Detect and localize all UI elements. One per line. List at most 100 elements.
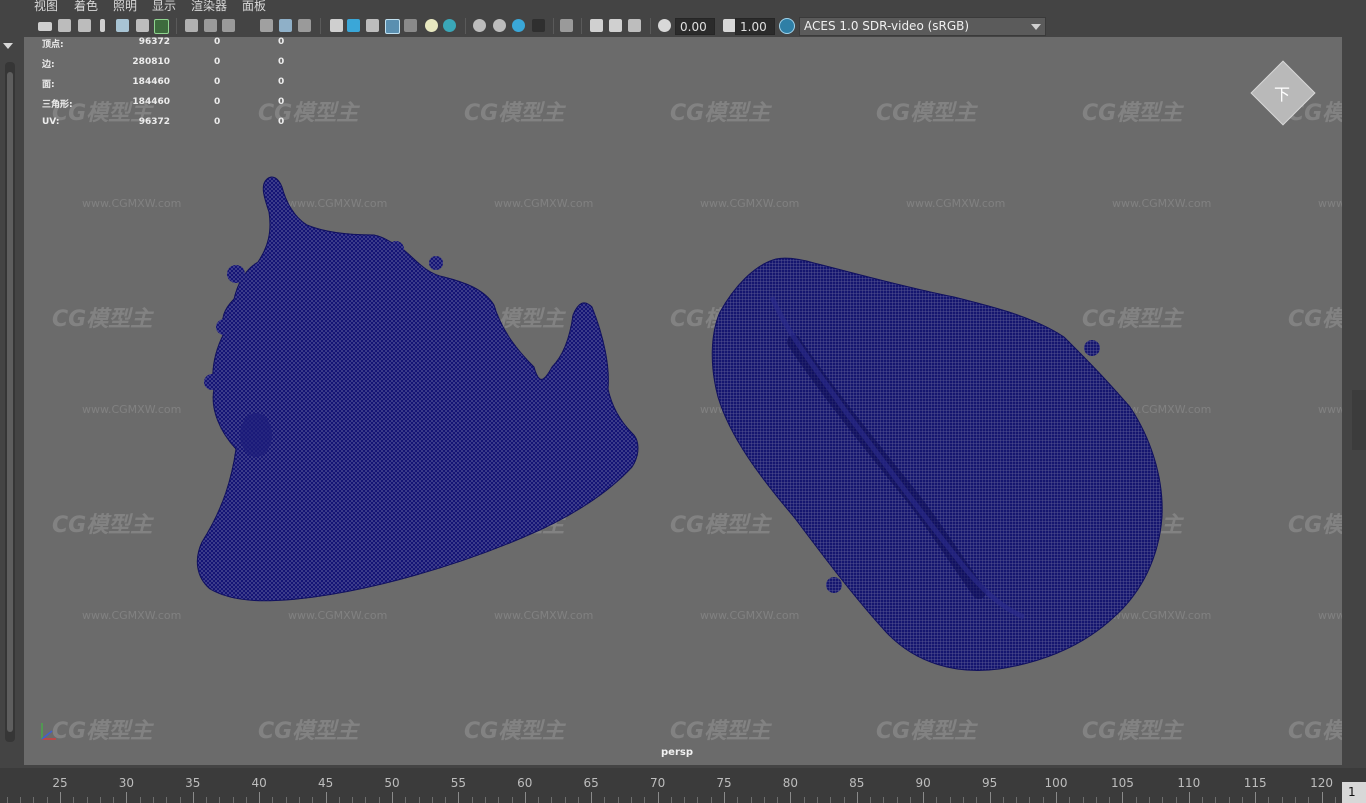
time-tick-minor bbox=[484, 797, 486, 803]
menu-renderer[interactable]: 渲染器 bbox=[191, 0, 227, 14]
safe-title-icon[interactable] bbox=[298, 19, 311, 32]
gamma-field[interactable]: 1.00 bbox=[735, 18, 775, 35]
time-tick-minor bbox=[511, 797, 513, 803]
camera-lock-icon[interactable] bbox=[78, 19, 91, 32]
toolbar-separator bbox=[650, 18, 651, 34]
menu-view[interactable]: 视图 bbox=[34, 0, 58, 14]
time-tick-major bbox=[657, 792, 659, 803]
time-tick-label: 30 bbox=[118, 776, 135, 790]
color-management-dropdown[interactable]: ACES 1.0 SDR-video (sRGB) bbox=[799, 17, 1046, 36]
camera-name-label: persp bbox=[661, 747, 693, 758]
time-tick-major bbox=[392, 792, 393, 803]
depth-of-field-icon[interactable] bbox=[532, 19, 545, 32]
time-tick-minor bbox=[1069, 797, 1071, 803]
wireframe-on-shaded-icon[interactable] bbox=[385, 19, 400, 34]
time-tick-major bbox=[192, 792, 194, 803]
time-tick-minor bbox=[498, 797, 500, 803]
time-slider[interactable]: 25 30 35 40 45 50 55 60 65 70 75 80 85 90 95 100 105 110 1… bbox=[0, 768, 1366, 803]
time-tick-label: 55 bbox=[450, 776, 467, 790]
cowrie-nub bbox=[1084, 340, 1100, 356]
ambient-occlusion-icon[interactable] bbox=[473, 19, 486, 32]
isolate-icon[interactable] bbox=[560, 19, 573, 32]
time-tick-major bbox=[126, 792, 128, 803]
image-plane-icon[interactable] bbox=[116, 19, 129, 32]
attribute-editor-tab[interactable] bbox=[1352, 390, 1366, 450]
time-tick-minor bbox=[73, 797, 75, 803]
xray-joints-icon[interactable] bbox=[609, 19, 622, 32]
viewcube-face-label[interactable]: 下 bbox=[1271, 81, 1293, 105]
mesh-canvas[interactable] bbox=[24, 37, 1342, 765]
color-management-icon[interactable] bbox=[779, 18, 795, 34]
resolution-gate-icon[interactable] bbox=[222, 19, 235, 32]
toolbar-separator bbox=[553, 18, 554, 34]
anti-aliasing-icon[interactable] bbox=[512, 19, 525, 32]
hud-row-faces: 面: 184460 0 0 bbox=[42, 77, 285, 90]
menu-panels[interactable]: 面板 bbox=[242, 0, 266, 14]
time-tick-minor bbox=[312, 797, 314, 803]
conch-shell-mesh[interactable] bbox=[196, 176, 639, 602]
time-tick-minor bbox=[1295, 797, 1297, 803]
time-tick-label: 60 bbox=[517, 776, 533, 790]
pan-zoom-icon[interactable] bbox=[136, 19, 149, 32]
xray-active-icon[interactable] bbox=[628, 19, 641, 32]
default-material-icon[interactable] bbox=[366, 19, 379, 32]
time-tick-label: 50 bbox=[384, 776, 400, 790]
left-scrollbar-thumb[interactable] bbox=[7, 72, 13, 732]
time-tick-major bbox=[1122, 792, 1124, 803]
lights-icon[interactable] bbox=[425, 19, 438, 32]
menu-shading[interactable]: 着色 bbox=[74, 0, 98, 14]
menu-show[interactable]: 显示 bbox=[152, 0, 176, 14]
time-tick-minor bbox=[1109, 797, 1111, 803]
toolbar-separator bbox=[465, 18, 466, 34]
chevron-down-icon bbox=[1031, 24, 1041, 30]
time-tick-minor bbox=[99, 797, 101, 803]
time-tick-minor bbox=[763, 797, 765, 803]
gate-mask-icon[interactable] bbox=[260, 19, 273, 32]
time-tick-major bbox=[923, 792, 925, 803]
3d-viewport[interactable]: CG模型主 www.CGMXW.com CG模型主 www.CGMXW.com CG模型… bbox=[24, 37, 1342, 765]
time-tick-major bbox=[1255, 792, 1257, 803]
cowrie-shell-mesh[interactable] bbox=[711, 257, 1163, 671]
time-tick-minor bbox=[338, 797, 340, 803]
camera-attributes-icon[interactable] bbox=[58, 19, 71, 32]
time-tick-minor bbox=[870, 797, 872, 803]
time-tick-label: 45 bbox=[317, 776, 334, 790]
current-frame-field[interactable]: 1 bbox=[1342, 782, 1366, 803]
wireframe-icon[interactable] bbox=[330, 19, 343, 32]
texture-icon[interactable] bbox=[404, 19, 417, 32]
panel-collapse-icon[interactable] bbox=[3, 43, 13, 49]
time-tick-minor bbox=[46, 797, 48, 803]
time-tick-minor bbox=[1082, 797, 1084, 803]
field-chart-icon[interactable] bbox=[279, 19, 292, 32]
time-tick-major bbox=[259, 792, 261, 803]
time-tick-minor bbox=[471, 797, 473, 803]
conch-knob bbox=[216, 319, 232, 335]
grease-pencil-icon[interactable] bbox=[154, 19, 169, 34]
cowrie-nub bbox=[826, 577, 842, 593]
film-gate-icon[interactable] bbox=[204, 19, 217, 32]
time-tick-label: 120 bbox=[1310, 776, 1334, 790]
hud-row-vertices: 顶点: 96372 0 0 bbox=[42, 37, 285, 50]
conch-knob bbox=[204, 374, 220, 390]
camera-icon[interactable] bbox=[38, 22, 52, 31]
time-tick-label: 25 bbox=[52, 776, 68, 790]
exposure-icon[interactable] bbox=[658, 19, 671, 32]
time-tick-minor bbox=[219, 797, 221, 803]
menu-lighting[interactable]: 照明 bbox=[113, 0, 137, 14]
shadows-icon[interactable] bbox=[443, 19, 456, 32]
grid-icon[interactable] bbox=[185, 19, 198, 32]
time-tick-minor bbox=[1042, 797, 1044, 803]
conch-knob bbox=[388, 241, 404, 257]
time-tick-minor bbox=[405, 797, 407, 803]
bookmark-icon[interactable] bbox=[100, 19, 105, 32]
time-tick-major bbox=[524, 792, 526, 803]
time-tick-minor bbox=[272, 797, 274, 803]
time-tick-minor bbox=[896, 797, 898, 803]
motion-blur-icon[interactable] bbox=[493, 19, 506, 32]
time-tick-minor bbox=[1095, 797, 1097, 803]
exposure-field[interactable]: 0.00 bbox=[675, 18, 715, 35]
smooth-shade-icon[interactable] bbox=[347, 19, 360, 32]
time-tick-minor bbox=[179, 797, 181, 803]
xray-icon[interactable] bbox=[590, 19, 603, 32]
time-tick-minor bbox=[1268, 797, 1270, 803]
